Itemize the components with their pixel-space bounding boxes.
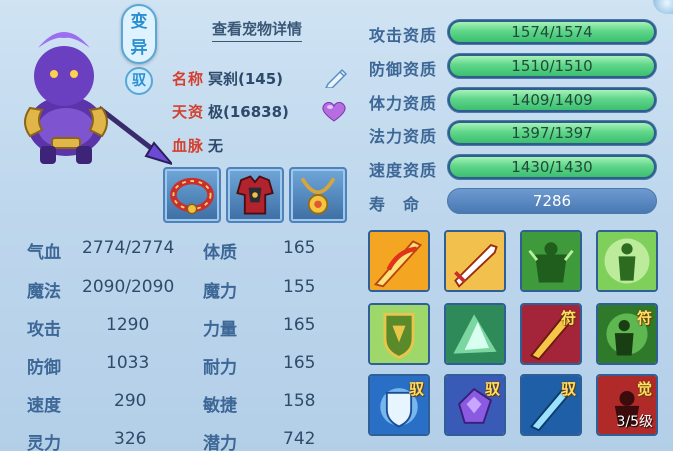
edit-name-icon[interactable] bbox=[324, 66, 350, 88]
tamed-tag: 驭 bbox=[484, 380, 500, 398]
glowing-figure-icon bbox=[598, 232, 656, 290]
skill-slot-9[interactable]: 驭 bbox=[368, 374, 430, 436]
pet-info-panel: 变异 驭 查看宠物详情 名称 冥刹(145) 天资 极(16838) 血脉无 气… bbox=[0, 0, 355, 451]
warrior-shadow-icon bbox=[522, 232, 580, 290]
aptitude-attack-bar: 1574/1574 bbox=[447, 19, 657, 45]
corner-decoration bbox=[653, 0, 673, 14]
equipment-slot-collar[interactable] bbox=[163, 167, 221, 223]
stat-speed-label: 速度 bbox=[27, 396, 61, 416]
stat-attack-label: 攻击 bbox=[27, 320, 61, 340]
tamed-tag: 驭 bbox=[408, 380, 424, 398]
aptitude-speed-value: 1430/1430 bbox=[511, 158, 593, 176]
awaken-level: 3/5级 bbox=[616, 414, 653, 430]
stat-hp-value: 2774/2774 bbox=[82, 238, 175, 258]
pet-name-label: 名称 bbox=[172, 70, 205, 88]
stat-endurance-label: 耐力 bbox=[203, 358, 237, 378]
awaken-tag: 觉 bbox=[636, 380, 652, 398]
view-pet-details-link[interactable]: 查看宠物详情 bbox=[212, 18, 303, 42]
skill-slot-12[interactable]: 觉 3/5级 bbox=[596, 374, 658, 436]
stat-hp-label: 气血 bbox=[27, 243, 61, 263]
aptitude-stamina-bar: 1409/1409 bbox=[447, 87, 657, 113]
lifespan-value: 7286 bbox=[447, 188, 657, 214]
equipment-slot-necklace[interactable] bbox=[289, 167, 347, 223]
fire-sword-icon bbox=[370, 232, 428, 290]
stat-endurance-value: 165 bbox=[283, 353, 316, 373]
pet-name-row: 名称 冥刹(145) bbox=[172, 68, 283, 89]
aptitude-mana-label: 法力资质 bbox=[369, 127, 438, 146]
aptitude-attack-label: 攻击资质 bbox=[369, 26, 438, 45]
mutant-badge: 变异 bbox=[121, 4, 157, 64]
stat-constitution-label: 体质 bbox=[203, 243, 237, 263]
aptitude-mana-value: 1397/1397 bbox=[511, 124, 593, 142]
aptitude-attack-value: 1574/1574 bbox=[511, 23, 593, 41]
pet-bloodline-value: 无 bbox=[208, 137, 224, 155]
stat-agility-value: 158 bbox=[283, 391, 316, 411]
stat-attack-value: 1290 bbox=[106, 315, 150, 335]
aptitude-stamina-value: 1409/1409 bbox=[511, 91, 593, 109]
tamed-badge: 驭 bbox=[125, 67, 153, 95]
stat-speed-value: 290 bbox=[114, 391, 147, 411]
skill-slot-11[interactable]: 驭 bbox=[520, 374, 582, 436]
pet-bloodline-row: 血脉无 bbox=[172, 135, 223, 156]
aptitude-defense-label: 防御资质 bbox=[369, 60, 438, 79]
tamed-tag: 驭 bbox=[560, 380, 576, 398]
stat-defense-label: 防御 bbox=[27, 358, 61, 378]
lifespan-label: 寿 命 bbox=[369, 195, 421, 214]
skill-slot-4[interactable] bbox=[596, 230, 658, 292]
stat-mp-label: 魔法 bbox=[27, 282, 61, 302]
stat-strength-value: 165 bbox=[283, 315, 316, 335]
stat-spirit-label: 灵力 bbox=[27, 434, 61, 451]
crystal-shard-icon bbox=[446, 305, 504, 363]
stat-potential-label: 潜力 bbox=[203, 434, 237, 451]
skill-slot-3[interactable] bbox=[520, 230, 582, 292]
stat-mp-value: 2090/2090 bbox=[82, 277, 175, 297]
pet-talent-label: 天资 bbox=[172, 103, 205, 121]
aptitude-mana-bar: 1397/1397 bbox=[447, 120, 657, 146]
skill-slot-6[interactable] bbox=[444, 303, 506, 365]
stat-constitution-value: 165 bbox=[283, 238, 316, 258]
skill-slot-7[interactable]: 符 bbox=[520, 303, 582, 365]
aptitude-speed-label: 速度资质 bbox=[369, 161, 438, 180]
pet-name-value: 冥刹(145) bbox=[208, 70, 284, 88]
armor-icon bbox=[236, 175, 274, 215]
skill-slot-10[interactable]: 驭 bbox=[444, 374, 506, 436]
pet-talent-row: 天资 极(16838) bbox=[172, 101, 289, 122]
collar-icon bbox=[170, 177, 214, 215]
aptitude-skill-panel: 攻击资质 1574/1574 防御资质 1510/1510 体力资质 1409/… bbox=[357, 0, 673, 451]
sword-slash-icon bbox=[446, 232, 504, 290]
stat-spirit-value: 326 bbox=[114, 429, 147, 449]
pet-talent-value: 极(16838) bbox=[208, 103, 289, 121]
talisman-tag: 符 bbox=[636, 309, 652, 327]
aptitude-defense-value: 1510/1510 bbox=[511, 57, 593, 75]
skill-slot-5[interactable] bbox=[368, 303, 430, 365]
skill-slot-1[interactable] bbox=[368, 230, 430, 292]
shield-crest-icon bbox=[370, 305, 428, 363]
skill-slot-8[interactable]: 符 bbox=[596, 303, 658, 365]
talisman-tag: 符 bbox=[560, 309, 576, 327]
stat-potential-value: 742 bbox=[283, 429, 316, 449]
heart-icon[interactable] bbox=[321, 100, 347, 122]
aptitude-stamina-label: 体力资质 bbox=[369, 94, 438, 113]
pet-bloodline-label: 血脉 bbox=[172, 137, 205, 155]
skill-slot-2[interactable] bbox=[444, 230, 506, 292]
stat-defense-value: 1033 bbox=[106, 353, 150, 373]
aptitude-speed-bar: 1430/1430 bbox=[447, 154, 657, 180]
stat-magic-power-value: 155 bbox=[283, 277, 316, 297]
stat-agility-label: 敏捷 bbox=[203, 396, 237, 416]
necklace-icon bbox=[300, 177, 336, 215]
stat-magic-power-label: 魔力 bbox=[203, 282, 237, 302]
equipment-slot-armor[interactable] bbox=[226, 167, 284, 223]
aptitude-defense-bar: 1510/1510 bbox=[447, 53, 657, 79]
stat-strength-label: 力量 bbox=[203, 320, 237, 340]
